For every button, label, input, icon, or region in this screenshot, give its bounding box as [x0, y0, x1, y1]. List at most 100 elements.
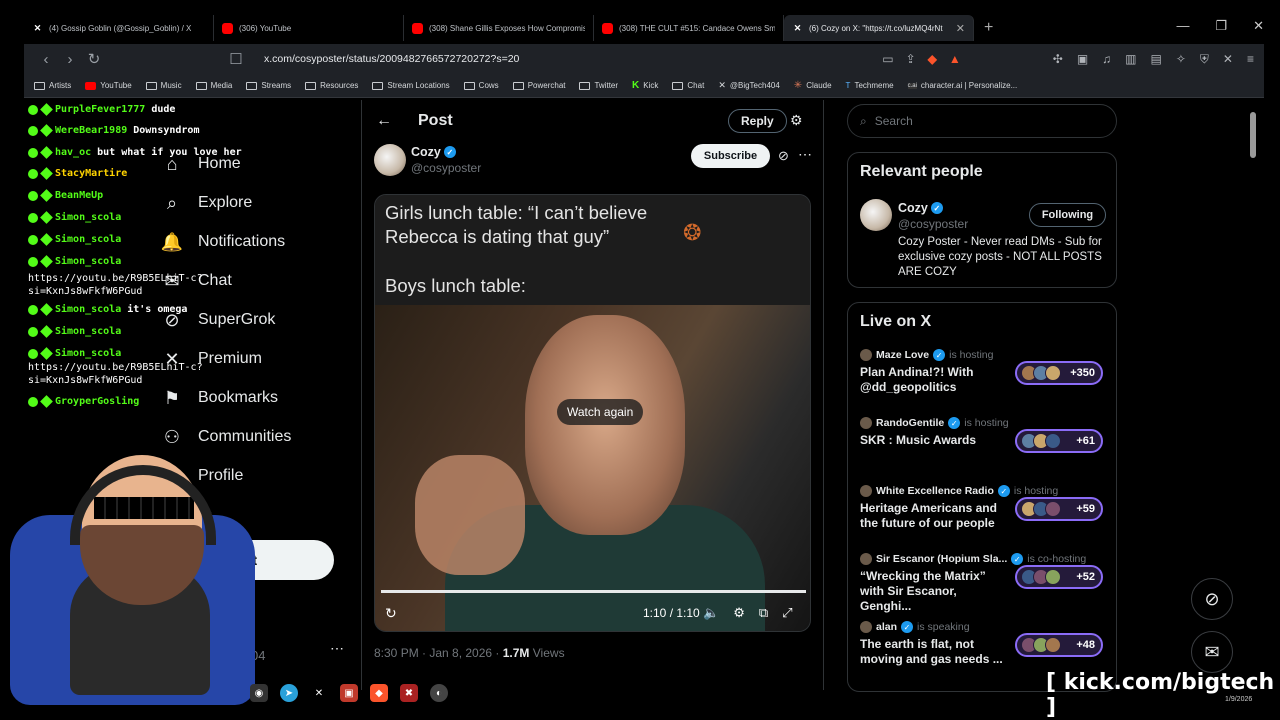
close-window-icon[interactable]: ✕: [1253, 18, 1264, 34]
page-scrollbar[interactable]: [1250, 112, 1256, 158]
taskbar-app-icon[interactable]: ◉: [250, 684, 268, 702]
fullscreen-icon[interactable]: ⤢: [782, 605, 792, 621]
bookmark-item[interactable]: Stream Locations: [372, 81, 450, 90]
bookmark-item[interactable]: Streams: [246, 81, 291, 90]
more-options-icon[interactable]: ⋯: [798, 146, 812, 163]
account-more-icon[interactable]: ⋯: [330, 640, 344, 657]
bookmark-item[interactable]: Artists: [34, 81, 71, 90]
post-timestamp[interactable]: 8:30 PM · Jan 8, 2026 ·: [374, 646, 503, 660]
obs-app-icon[interactable]: ▣: [340, 684, 358, 702]
chat-username[interactable]: hav_oc: [55, 147, 91, 158]
bookmark-item[interactable]: Resources: [305, 81, 358, 90]
bookmark-item[interactable]: ✳ Claude: [794, 80, 832, 91]
back-icon[interactable]: ‹: [34, 51, 58, 68]
chat-username[interactable]: Simon_scola: [55, 212, 121, 223]
video-progress-bar[interactable]: [381, 590, 806, 593]
bookmark-item[interactable]: Media: [195, 81, 232, 90]
app-icon[interactable]: ◐: [430, 684, 448, 702]
avatar[interactable]: [860, 199, 892, 231]
browser-tab[interactable]: (308) THE CULT #515: Candace Owens Smac: [594, 15, 784, 41]
post-media[interactable]: Girls lunch table: “I can’t believe Rebe…: [374, 194, 811, 632]
space-listeners-pill[interactable]: +59: [1015, 497, 1103, 521]
pip-icon[interactable]: ⧉: [759, 605, 768, 621]
chat-username[interactable]: Simon_scola: [55, 326, 121, 337]
nav-item-explore[interactable]: ⌕ Explore: [160, 191, 252, 215]
chat-text[interactable]: si=KxnJs8wFkfW6PGud: [28, 286, 142, 297]
maximize-icon[interactable]: ❐: [1215, 18, 1227, 34]
grok-fab-icon[interactable]: ⊘: [1191, 578, 1233, 620]
messages-fab-icon[interactable]: ✉: [1191, 631, 1233, 673]
telegram-icon[interactable]: ➤: [280, 684, 298, 702]
chat-username[interactable]: Simon_scola: [55, 234, 121, 245]
bookmark-item[interactable]: Twitter: [579, 81, 618, 90]
reply-settings-icon[interactable]: ⚙: [790, 112, 803, 129]
space-listeners-pill[interactable]: +61: [1015, 429, 1103, 453]
avatar[interactable]: [374, 144, 406, 176]
watch-again-button[interactable]: Watch again: [557, 399, 644, 425]
back-arrow-icon[interactable]: ←: [376, 112, 406, 130]
search-input[interactable]: ⌕ Search: [847, 104, 1117, 138]
sidebar-icon[interactable]: ▥: [1125, 52, 1136, 67]
reply-button[interactable]: Reply: [728, 109, 787, 133]
chat-username[interactable]: GroyperGosling: [55, 396, 139, 407]
settings-icon[interactable]: ⚙: [733, 605, 745, 621]
vpn-icon[interactable]: ⛨: [1200, 52, 1209, 67]
chat-username[interactable]: Simon_scola: [55, 304, 121, 315]
bookmark-item[interactable]: YouTube: [85, 81, 132, 90]
browser-tab[interactable]: ✕ (4) Gossip Goblin (@Gossip_Goblin) / X: [24, 15, 214, 41]
browser-tab[interactable]: (306) YouTube: [214, 15, 404, 41]
chat-username[interactable]: Simon_scola: [55, 256, 121, 267]
x-ext-icon[interactable]: ✕: [1223, 52, 1233, 67]
chat-username[interactable]: PurpleFever1777: [55, 104, 145, 115]
person-handle[interactable]: @cosyposter: [898, 217, 968, 231]
live-space-item[interactable]: Sir Escanor (Hopium Sla... ✓ is co-hosting…: [860, 553, 1110, 613]
forward-icon[interactable]: ›: [58, 51, 82, 68]
author-name-row[interactable]: Cozy ✓: [411, 145, 456, 159]
space-listeners-pill[interactable]: +350: [1015, 361, 1103, 385]
bookmark-item[interactable]: Powerchat: [512, 81, 565, 90]
replay-icon[interactable]: ↻: [385, 605, 397, 622]
chat-username[interactable]: WereBear1989: [55, 125, 127, 136]
chat-username[interactable]: StacyMartire: [55, 168, 127, 179]
nav-item-communities[interactable]: ⚇ Communities: [160, 425, 291, 449]
streamer-app-icon[interactable]: ✖: [400, 684, 418, 702]
x-app-icon[interactable]: ✕: [310, 684, 328, 702]
new-tab-icon[interactable]: +: [984, 19, 993, 37]
minimize-icon[interactable]: —: [1176, 18, 1189, 34]
video-player[interactable]: [375, 305, 810, 631]
chat-text[interactable]: si=KxnJs8wFkfW6PGud: [28, 375, 142, 386]
reload-icon[interactable]: ↻: [82, 50, 106, 68]
close-tab-icon[interactable]: ✕: [956, 22, 965, 35]
chat-text[interactable]: https://youtu.be/R9B5ELhiT-c?: [28, 273, 203, 284]
extensions-icon[interactable]: ✣: [1053, 52, 1063, 67]
live-space-item[interactable]: RandoGentile ✓ is hosting SKR : Music Award…: [860, 417, 1110, 477]
cast-icon[interactable]: ▭: [882, 52, 893, 66]
nav-item-notifications[interactable]: 🔔 Notifications: [160, 230, 285, 254]
brave-app-icon[interactable]: ◆: [370, 684, 388, 702]
brave-rewards-icon[interactable]: ▲: [949, 52, 961, 66]
browser-tab[interactable]: ✕ (6) Cozy on X: "https://t.co/luzMQ4rNt ✕: [784, 15, 974, 41]
menu-icon[interactable]: ≡: [1247, 52, 1254, 67]
volume-icon[interactable]: 🔈: [703, 605, 719, 621]
nav-item-bookmarks[interactable]: ⚑ Bookmarks: [160, 386, 278, 410]
brave-shields-icon[interactable]: ◆: [928, 52, 937, 66]
author-handle[interactable]: @cosyposter: [411, 161, 481, 175]
live-space-item[interactable]: White Excellence Radio ✓ is hosting Heritag…: [860, 485, 1110, 545]
share-icon[interactable]: ⇪: [906, 52, 916, 66]
chat-username[interactable]: BeanMeUp: [55, 190, 103, 201]
leo-icon[interactable]: ✧: [1176, 52, 1186, 67]
address-bar[interactable]: x.com/cosyposter/status/2009482766572720…: [264, 48, 882, 70]
chat-username[interactable]: Simon_scola: [55, 348, 121, 359]
music-icon[interactable]: ♫: [1102, 52, 1111, 67]
bookmark-item[interactable]: Cows: [463, 81, 499, 90]
subscribe-button[interactable]: Subscribe: [691, 144, 770, 168]
grok-icon[interactable]: ⊘: [778, 148, 789, 164]
bookmark-page-icon[interactable]: ☐: [224, 50, 248, 68]
bookmark-item[interactable]: Chat: [672, 81, 704, 90]
space-listeners-pill[interactable]: +52: [1015, 565, 1103, 589]
following-button[interactable]: Following: [1029, 203, 1106, 227]
person-name-row[interactable]: Cozy ✓: [898, 201, 943, 215]
bookmark-item[interactable]: T Techmeme: [846, 81, 894, 90]
bookmark-item[interactable]: K Kick: [632, 80, 658, 91]
bookmark-item[interactable]: ✕ @BigTech404: [718, 80, 779, 91]
